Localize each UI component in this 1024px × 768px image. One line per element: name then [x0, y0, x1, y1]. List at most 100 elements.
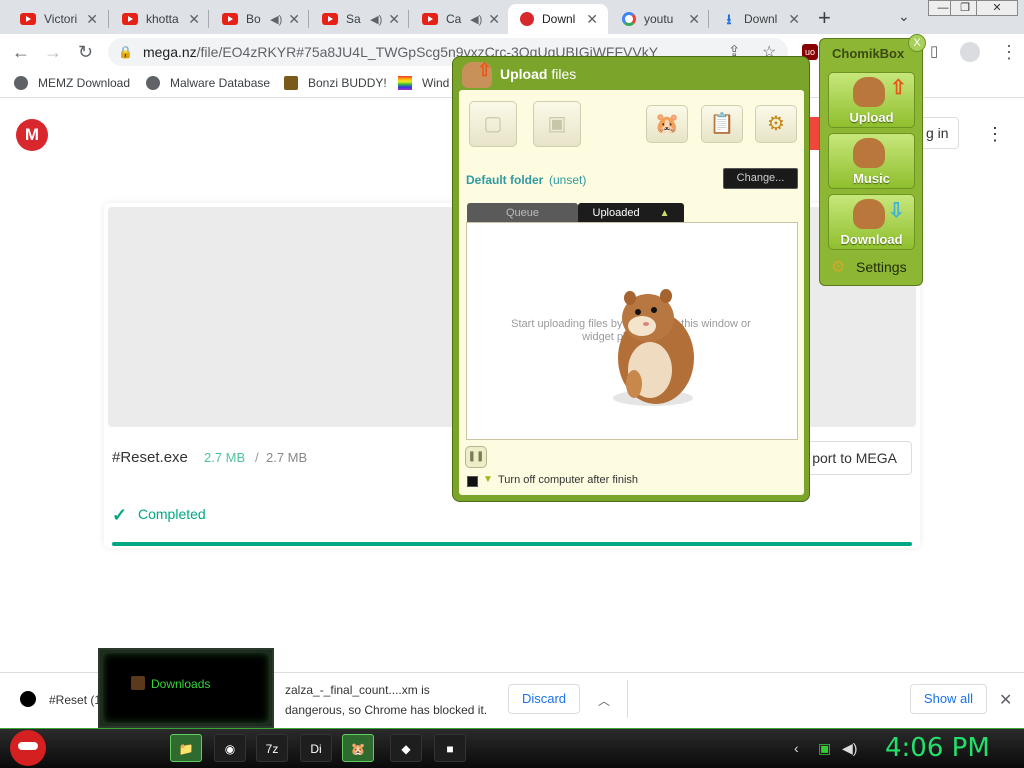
- pause-button[interactable]: ❚❚: [465, 446, 487, 468]
- tab-youtube-search[interactable]: youtu ✕: [610, 4, 710, 34]
- close-tab-icon[interactable]: ✕: [788, 11, 800, 28]
- chomik-account-button[interactable]: 🐹: [646, 105, 688, 143]
- tray-arrow-icon[interactable]: ‹: [794, 740, 799, 756]
- back-arrow-icon[interactable]: ←: [12, 42, 30, 63]
- tab-search-chevron-icon[interactable]: ⌄: [898, 8, 910, 25]
- downloaded-size: 2.7 MB: [204, 450, 246, 465]
- speaker-icon[interactable]: ◀): [370, 13, 382, 26]
- close-window-button[interactable]: ✕: [976, 0, 1018, 16]
- taskbar-chrome[interactable]: ◉: [214, 734, 246, 762]
- download-item-name[interactable]: #Reset (1: [49, 693, 101, 707]
- tab-bo[interactable]: Bo ◀) ✕: [210, 4, 310, 34]
- globe-icon: [146, 76, 160, 90]
- close-tab-icon[interactable]: ✕: [388, 11, 400, 28]
- bookmark-wind[interactable]: Wind: [398, 76, 449, 90]
- close-tab-icon[interactable]: ✕: [288, 11, 300, 28]
- download-arrow-icon: ⇩: [888, 200, 905, 222]
- status-text: Completed: [138, 506, 206, 522]
- import-to-mega-button[interactable]: port to MEGA: [800, 441, 912, 475]
- bookmark-bonzi[interactable]: Bonzi BUDDY!: [284, 76, 387, 90]
- blocked-message-line1: zalza_-_final_count....xm is: [285, 683, 430, 697]
- tab-uploaded[interactable]: Uploaded ▲: [578, 203, 684, 223]
- hamster-icon: 🐹: [654, 113, 680, 135]
- tab-mega-download[interactable]: Downl ✕: [508, 4, 608, 34]
- taskbar-clock[interactable]: 4:06 PM: [885, 733, 990, 763]
- taskbar-app[interactable]: ◆: [390, 734, 422, 762]
- rainbow-flag-icon: [398, 76, 412, 90]
- speaker-icon[interactable]: ◀): [470, 13, 482, 26]
- close-tab-icon[interactable]: ✕: [688, 11, 700, 28]
- app-icon: ◆: [401, 742, 411, 756]
- google-icon: [622, 12, 636, 26]
- tab-victori[interactable]: Victori ✕: [8, 4, 108, 34]
- add-folder-button[interactable]: ▣: [533, 101, 581, 147]
- youtube-icon: [122, 13, 138, 25]
- add-folder-icon: ▣: [547, 113, 567, 135]
- bonzi-icon: [284, 76, 298, 90]
- bookmark-memz[interactable]: MEMZ Download: [14, 76, 130, 90]
- hamster-mascot[interactable]: [608, 280, 698, 410]
- default-folder-value: (unset): [549, 173, 587, 187]
- close-tab-icon[interactable]: ✕: [488, 11, 500, 28]
- widget-music-button[interactable]: Music: [828, 133, 915, 189]
- network-icon[interactable]: ▣: [818, 740, 831, 757]
- side-panel-icon[interactable]: ▯: [930, 42, 938, 60]
- hamster-icon: [853, 199, 885, 229]
- tab-queue[interactable]: Queue: [467, 203, 578, 223]
- divider: [627, 680, 628, 718]
- checkmark-icon: ✓: [112, 505, 128, 525]
- youtube-icon: [422, 13, 438, 25]
- volume-icon[interactable]: ◀): [842, 740, 857, 757]
- taskbar-explorer[interactable]: 📁: [170, 734, 202, 762]
- downloads-folder-icon: [131, 676, 145, 690]
- expand-triangle-icon[interactable]: ▼: [483, 474, 493, 485]
- tab-downloads[interactable]: ⭳ Downl ✕: [710, 4, 810, 34]
- lock-icon: 🔒: [118, 45, 133, 59]
- bookmark-malware-db[interactable]: Malware Database: [146, 76, 270, 90]
- taskbar-chomikbox[interactable]: 🐹: [342, 734, 374, 762]
- forward-arrow-icon[interactable]: →: [44, 42, 62, 63]
- size-separator: /: [255, 450, 259, 465]
- 7zip-icon: 7z: [265, 742, 279, 756]
- gear-icon[interactable]: ⚙: [831, 257, 845, 277]
- tab-sa[interactable]: Sa ◀) ✕: [310, 4, 410, 34]
- close-tab-icon[interactable]: ✕: [86, 11, 98, 28]
- taskbar-app-di[interactable]: Di: [300, 734, 332, 762]
- show-all-button[interactable]: Show all: [910, 684, 987, 714]
- reload-icon[interactable]: ↻: [78, 42, 93, 63]
- widget-settings-link[interactable]: Settings: [856, 259, 907, 275]
- shutdown-checkbox[interactable]: [467, 476, 478, 487]
- chrome-icon: ◉: [224, 742, 236, 756]
- chevron-up-icon[interactable]: ︿: [598, 692, 610, 709]
- profile-avatar[interactable]: [960, 42, 980, 62]
- close-tab-icon[interactable]: ✕: [586, 11, 598, 28]
- taskbar-minecraft[interactable]: ■: [434, 734, 466, 762]
- mega-icon: [520, 12, 534, 26]
- default-folder-label: Default folder: [466, 173, 544, 187]
- widget-close-button[interactable]: X: [908, 34, 926, 52]
- download-icon: ⭳: [726, 11, 732, 27]
- paste-button[interactable]: 📋: [701, 105, 743, 143]
- speaker-icon[interactable]: ◀): [270, 13, 282, 26]
- grass-block-icon: ■: [446, 742, 454, 756]
- new-tab-plus-icon[interactable]: +: [818, 5, 831, 31]
- tab-khotta[interactable]: khotta ✕: [110, 4, 210, 34]
- start-button[interactable]: [10, 730, 46, 766]
- folder-icon: 📁: [178, 742, 194, 756]
- add-files-button[interactable]: ▢: [469, 101, 517, 147]
- app-icon: Di: [310, 742, 322, 756]
- tab-ca[interactable]: Ca ◀) ✕: [410, 4, 510, 34]
- settings-button[interactable]: ⚙: [755, 105, 797, 143]
- menu-kebab-icon[interactable]: ⋮: [1000, 42, 1018, 63]
- downloads-popup-label[interactable]: Downloads: [151, 677, 210, 691]
- pause-icon: ❚❚: [467, 451, 485, 462]
- close-tab-icon[interactable]: ✕: [188, 11, 200, 28]
- hamster-icon: [853, 77, 885, 107]
- mega-logo[interactable]: M: [16, 119, 48, 151]
- close-icon[interactable]: ✕: [999, 690, 1012, 710]
- change-folder-button[interactable]: Change...: [723, 168, 798, 189]
- taskbar-7zip[interactable]: 7z: [256, 734, 288, 762]
- file-type-icon: [20, 691, 36, 707]
- discard-button[interactable]: Discard: [508, 684, 580, 714]
- page-menu-icon[interactable]: ⋮: [986, 124, 1004, 145]
